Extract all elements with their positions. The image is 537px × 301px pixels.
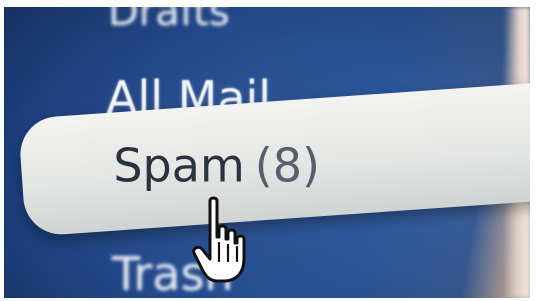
hand-pointer-icon bbox=[192, 196, 246, 283]
folder-drafts[interactable]: Drafts bbox=[108, 7, 230, 35]
spam-unread-count: (8) bbox=[254, 138, 320, 193]
mail-sidebar: Drafts All Mail Spam (8) Trash bbox=[4, 7, 530, 298]
folder-spam-label: Spam bbox=[113, 138, 245, 193]
folder-spam-selected-row[interactable]: Spam (8) bbox=[17, 80, 530, 237]
folder-spam[interactable]: Spam (8) bbox=[113, 139, 320, 193]
